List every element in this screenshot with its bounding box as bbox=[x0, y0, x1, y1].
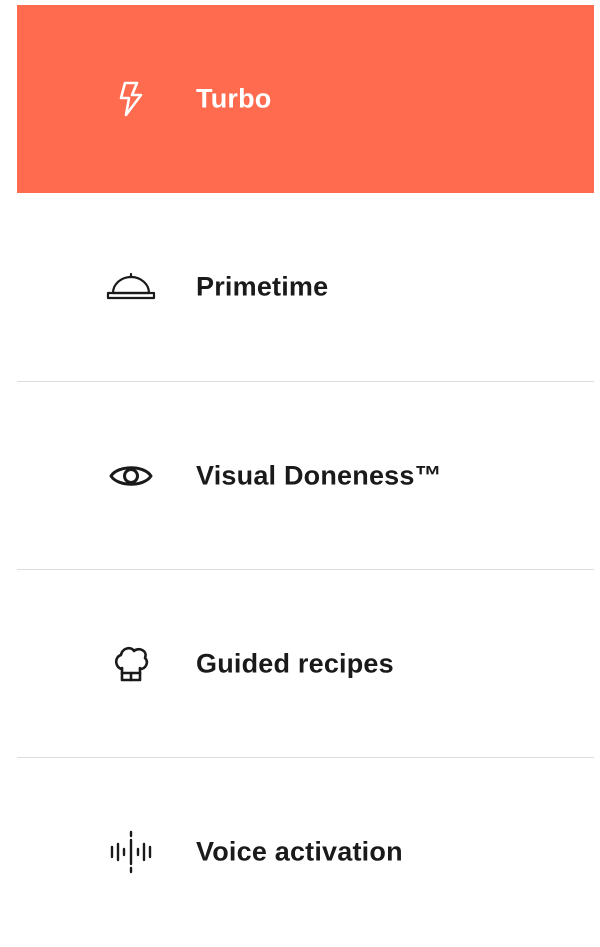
menu-item-visual-doneness[interactable]: Visual Doneness™ bbox=[17, 381, 594, 569]
menu-item-primetime[interactable]: Primetime bbox=[17, 193, 594, 381]
chef-hat-icon bbox=[103, 640, 159, 688]
menu-item-label: Visual Doneness™ bbox=[196, 460, 442, 490]
menu-item-guided-recipes[interactable]: Guided recipes bbox=[17, 569, 594, 757]
lightning-bolt-icon bbox=[103, 75, 159, 123]
menu-item-label: Primetime bbox=[196, 271, 329, 302]
eye-icon bbox=[103, 452, 159, 500]
menu-item-label: Turbo bbox=[196, 83, 272, 114]
menu-item-turbo[interactable]: Turbo bbox=[17, 5, 594, 193]
serving-cloche-icon bbox=[103, 263, 159, 311]
menu-item-voice-activation[interactable]: Voice activation bbox=[17, 757, 594, 945]
menu-item-label: Guided recipes bbox=[196, 648, 394, 678]
feature-menu: Turbo Primetime Visual Doneness™ Guided … bbox=[17, 5, 594, 945]
menu-item-label: Voice activation bbox=[196, 836, 403, 866]
sound-wave-icon bbox=[103, 828, 159, 876]
